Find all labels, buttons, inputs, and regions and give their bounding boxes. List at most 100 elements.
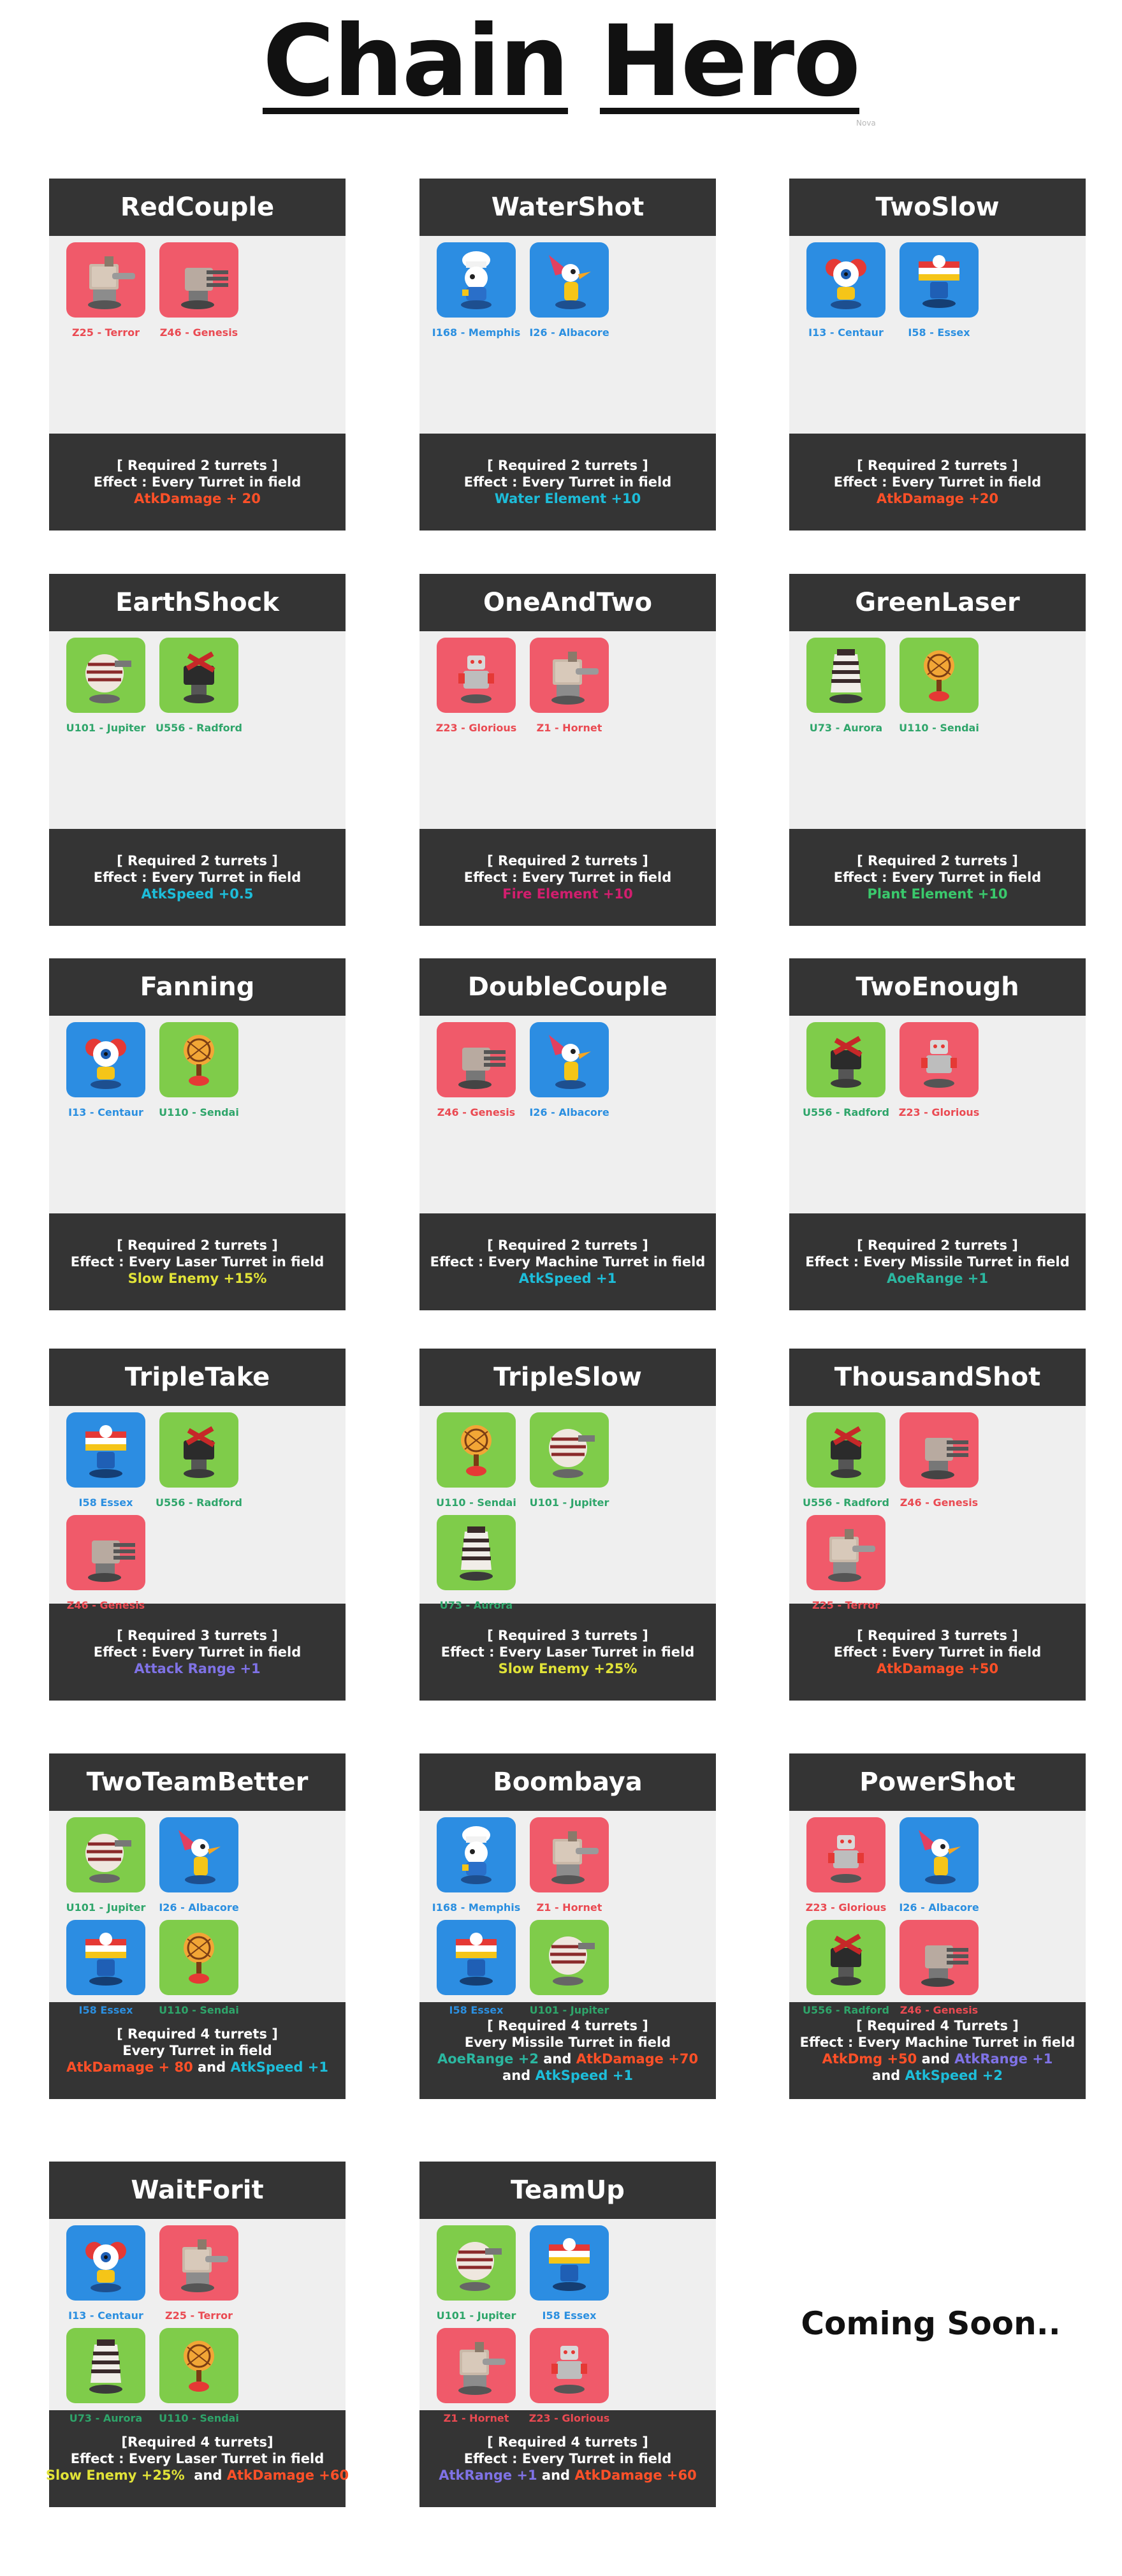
bird-robot-turret-icon — [178, 1830, 221, 1884]
turret-tile — [159, 1022, 238, 1097]
turret-list: I13 - Centaur Z25 - Terror U73 - Aurora U11… — [49, 2219, 346, 2424]
card-title: WaitForit — [49, 2162, 346, 2219]
turret-item[interactable]: I168 - Memphis — [430, 242, 523, 339]
turret-item[interactable]: I58 Essex — [59, 1412, 152, 1509]
turret-item[interactable]: U101 - Jupiter — [59, 638, 152, 734]
bird-robot-turret-icon — [919, 1830, 961, 1884]
card-title: TripleSlow — [419, 1349, 716, 1406]
machinegun-turret-icon — [181, 268, 228, 309]
turret-item[interactable]: U73 - Aurora — [799, 638, 892, 734]
effect-bonus: Slow Enemy +15% — [128, 1270, 267, 1287]
turret-item[interactable]: U73 - Aurora — [59, 2328, 152, 2424]
bonus-text: AtkDamage +60 — [574, 2468, 697, 2483]
effect-target: Effect : Every Missile Turret in field — [805, 1254, 1070, 1270]
turret-item[interactable]: U556 - Radford — [152, 1412, 245, 1509]
effect-target: Effect : Every Turret in field — [833, 474, 1042, 490]
turret-item[interactable]: U101 - Jupiter — [523, 1920, 616, 2016]
turret-item[interactable]: U110 - Sendai — [152, 1022, 245, 1118]
required-count: [ Required 4 turrets ] — [117, 2026, 278, 2042]
turret-item[interactable]: Z46 - Genesis — [892, 1412, 986, 1509]
bonus-text: AtkSpeed +1 — [535, 2068, 633, 2083]
turret-item[interactable]: Z1 - Hornet — [523, 1817, 616, 1914]
required-count: [ Required 2 turrets ] — [857, 1238, 1018, 1253]
turret-tile — [66, 1817, 145, 1892]
turret-item[interactable]: Z23 - Glorious — [523, 2328, 616, 2424]
turret-item[interactable]: I58 Essex — [59, 1920, 152, 2016]
turret-item[interactable]: Z25 - Terror — [152, 2225, 245, 2322]
turret-item[interactable]: U556 - Radford — [799, 1920, 892, 2016]
turret-tile — [900, 242, 979, 318]
turret-item[interactable]: Z1 - Hornet — [523, 638, 616, 734]
turret-name: Z23 - Glorious — [528, 2412, 610, 2424]
turret-tile — [900, 1817, 979, 1892]
turret-item[interactable]: I58 Essex — [523, 2225, 616, 2322]
missile-launcher-turret-icon — [831, 1426, 863, 1478]
turret-item[interactable]: Z1 - Hornet — [430, 2328, 523, 2424]
missile-launcher-turret-icon — [184, 1426, 215, 1478]
card-effect: [ Required 4 turrets ] Every Missile Turr… — [419, 2002, 716, 2099]
turret-tile — [530, 2328, 609, 2403]
machinegun-turret-icon — [458, 1048, 506, 1089]
turret-tile — [159, 242, 238, 318]
card-title: TripleTake — [49, 1349, 346, 1406]
turret-item[interactable]: Z25 - Terror — [59, 242, 152, 339]
turret-tile — [530, 2225, 609, 2301]
chain-card-tripleslow: TripleSlow U110 - Sendai U101 - Jupiter U73… — [419, 1349, 716, 1701]
turret-name: Z1 - Hornet — [443, 2412, 509, 2424]
bonus-text: AtkDamage +20 — [876, 491, 999, 506]
turret-item[interactable]: U556 - Radford — [152, 638, 245, 734]
turret-tile — [806, 1412, 885, 1488]
chain-card-thousandshot: ThousandShot U556 - Radford Z46 - Genesis Z… — [789, 1349, 1086, 1701]
turret-item[interactable]: I26 - Albacore — [152, 1817, 245, 1914]
effect-target: Effect : Every Turret in field — [93, 1644, 302, 1660]
turret-name: U110 - Sendai — [159, 1106, 239, 1118]
turret-tile — [437, 2328, 516, 2403]
turret-item[interactable]: U101 - Jupiter — [430, 2225, 523, 2322]
turret-list: U73 - Aurora U110 - Sendai — [789, 631, 1086, 829]
turret-item[interactable]: Z46 - Genesis — [892, 1920, 986, 2016]
card-effect: [ Required 4 turrets ] Every Turret in fi… — [49, 2002, 346, 2099]
turret-item[interactable]: U101 - Jupiter — [59, 1817, 152, 1914]
turret-item[interactable]: I13 - Centaur — [59, 1022, 152, 1118]
chain-card-watershot: WaterShot I168 - Memphis I26 - Albacore [ R… — [419, 179, 716, 531]
turret-item[interactable]: I13 - Centaur — [799, 242, 892, 339]
chain-card-oneandtwo: OneAndTwo Z23 - Glorious Z1 - Hornet [ Requ… — [419, 574, 716, 926]
bonus-text: and — [502, 2068, 536, 2083]
turret-item[interactable]: I168 - Memphis — [430, 1817, 523, 1914]
card-effect: [Required 4 turrets] Effect : Every Laser… — [46, 2410, 349, 2507]
turret-item[interactable]: I58 - Essex — [892, 242, 986, 339]
turret-item[interactable]: I26 - Albacore — [523, 1022, 616, 1118]
tower-turret-icon — [460, 1526, 493, 1581]
turret-item[interactable]: Z23 - Glorious — [799, 1817, 892, 1914]
effect-bonus: AtkDmg +50 and AtkRange +1 — [822, 2051, 1053, 2067]
turret-name: I58 Essex — [449, 2004, 504, 2016]
required-count: [ Required 2 turrets ] — [117, 853, 278, 868]
turret-item[interactable]: U110 - Sendai — [152, 1920, 245, 2016]
turret-item[interactable]: Z25 - Terror — [799, 1515, 892, 1611]
turret-item[interactable]: U110 - Sendai — [430, 1412, 523, 1509]
effect-bonus: Water Element +10 — [495, 490, 641, 507]
turret-name: Z46 - Genesis — [900, 2004, 979, 2016]
turret-item[interactable]: U556 - Radford — [799, 1022, 892, 1118]
turret-tile — [530, 1817, 609, 1892]
turret-item[interactable]: U556 - Radford — [799, 1412, 892, 1509]
dish-turret-icon — [924, 650, 954, 701]
tower-turret-icon — [829, 649, 863, 703]
turret-item[interactable]: Z46 - Genesis — [430, 1022, 523, 1118]
turret-tile — [900, 1920, 979, 1995]
turret-item[interactable]: U101 - Jupiter — [523, 1412, 616, 1509]
turret-item[interactable]: I58 Essex — [430, 1920, 523, 2016]
turret-item[interactable]: I26 - Albacore — [523, 242, 616, 339]
turret-item[interactable]: U73 - Aurora — [430, 1515, 523, 1611]
turret-item[interactable]: I26 - Albacore — [892, 1817, 986, 1914]
card-effect: [ Required 4 turrets ] Effect : Every Tur… — [419, 2410, 716, 2507]
turret-item[interactable]: I13 - Centaur — [59, 2225, 152, 2322]
turret-item[interactable]: Z23 - Glorious — [892, 1022, 986, 1118]
turret-item[interactable]: Z46 - Genesis — [59, 1515, 152, 1611]
turret-item[interactable]: Z46 - Genesis — [152, 242, 245, 339]
turret-item[interactable]: U110 - Sendai — [892, 638, 986, 734]
turret-item[interactable]: Z23 - Glorious — [430, 638, 523, 734]
dish-turret-icon — [184, 1035, 214, 1086]
turret-item[interactable]: U110 - Sendai — [152, 2328, 245, 2424]
bonus-text: and — [872, 2068, 905, 2083]
